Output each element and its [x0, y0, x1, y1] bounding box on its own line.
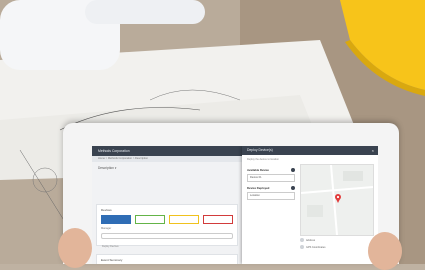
device-deployed-label: Device Deployed: [247, 186, 270, 190]
status-tile-blue[interactable]: [101, 215, 131, 224]
status-tiles: [97, 215, 237, 224]
gps-line: GPS Coordinates: [300, 245, 372, 249]
deploy-devices-button[interactable]: Deploy Devices: [101, 233, 233, 248]
deploy-dialog: Deploy Device(s) × Deploy the device to …: [242, 146, 378, 264]
page-subtitle[interactable]: Description ▾: [92, 162, 242, 170]
address-label: Address: [306, 238, 316, 242]
panel-row: Manager: [97, 224, 237, 233]
info-icon[interactable]: [291, 168, 295, 172]
map-graphic: [300, 164, 374, 236]
available-device-select[interactable]: Device 01: [247, 174, 295, 182]
left-hand: [58, 228, 92, 268]
device-deployed-field: Device Deployed Location: [247, 186, 295, 200]
gps-icon: [300, 245, 304, 249]
address-line: Address: [300, 238, 372, 242]
devices-panel: Devices Manager Deploy Devices: [96, 204, 238, 248]
devices-panel-title: Devices: [101, 208, 112, 212]
available-device-label: Available Device: [247, 168, 269, 172]
tablet-device: Methods Corporation Home > Methods Corpo…: [63, 123, 399, 264]
device-deployed-select[interactable]: Location: [247, 192, 295, 200]
info-icon[interactable]: [291, 186, 295, 190]
close-icon[interactable]: ×: [372, 146, 374, 155]
status-tile-yellow[interactable]: [169, 215, 199, 224]
app-window: Methods Corporation Home > Methods Corpo…: [92, 146, 242, 264]
status-tile-green[interactable]: [135, 215, 165, 224]
dialog-title-bar: Deploy Device(s) ×: [242, 146, 378, 155]
event-summary-title: Event Summary: [101, 258, 123, 262]
right-hand: [368, 232, 402, 270]
location-icon: [300, 238, 304, 242]
dialog-title: Deploy Device(s): [247, 148, 273, 152]
location-details: Address GPS Coordinates: [300, 238, 372, 252]
panel-row-label: Manager: [101, 227, 112, 230]
tablet-screen: Methods Corporation Home > Methods Corpo…: [92, 146, 378, 264]
app-title-bar: Methods Corporation: [92, 146, 242, 156]
dialog-hint: Deploy the device to location: [247, 158, 279, 161]
gps-label: GPS Coordinates: [306, 245, 326, 249]
available-device-field: Available Device Device 01: [247, 168, 295, 182]
location-map[interactable]: [300, 164, 374, 236]
map-pin-icon[interactable]: [335, 194, 341, 203]
status-tile-red[interactable]: [203, 215, 233, 224]
event-summary-panel: Event Summary: [96, 254, 238, 264]
deploy-devices-label: Deploy Devices: [102, 245, 119, 248]
